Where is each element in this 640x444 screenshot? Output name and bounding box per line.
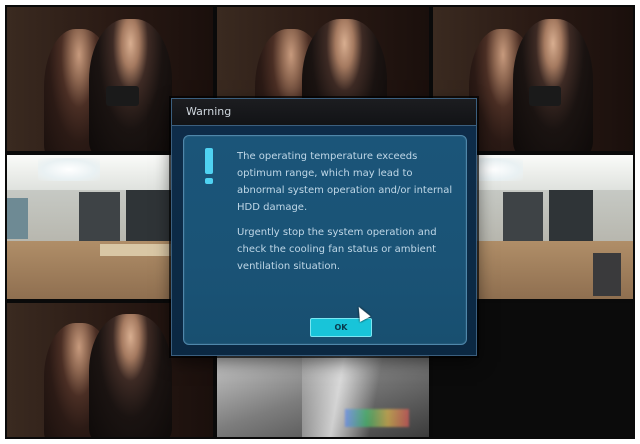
dialog-title: Warning	[186, 105, 232, 118]
exclamation-icon	[203, 148, 215, 184]
ok-button[interactable]: OK	[310, 318, 372, 337]
warning-dialog: Warning The operating temperature exceed…	[171, 98, 477, 356]
dialog-titlebar: Warning	[172, 99, 476, 126]
warning-message: The operating temperature exceeds optimu…	[237, 148, 459, 283]
warning-message-paragraph-2: Urgently stop the system operation and c…	[237, 227, 437, 272]
dialog-panel: The operating temperature exceeds optimu…	[183, 135, 467, 345]
warning-message-paragraph-1: The operating temperature exceeds optimu…	[237, 151, 453, 213]
